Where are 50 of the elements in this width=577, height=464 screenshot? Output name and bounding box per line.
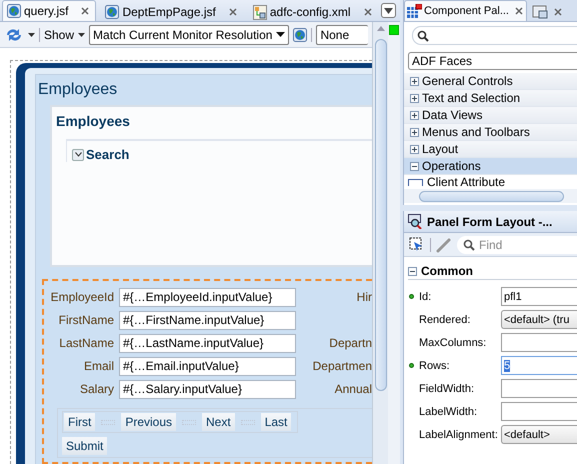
library-dropdown[interactable]: ADF Faces (408, 52, 577, 70)
editor-tab[interactable]: query.jsf (2, 0, 96, 21)
property-label: Rows: (419, 360, 451, 372)
property-label: FieldWidth: (419, 382, 476, 394)
field-label: LastName (58, 336, 114, 350)
search-heading: Search (86, 147, 130, 162)
palette-category[interactable]: Operations (404, 158, 577, 175)
palette-category[interactable]: Layout (404, 141, 577, 158)
property-label: LabelWidth: (419, 406, 478, 418)
panel-title: Employees (56, 113, 131, 129)
property-label: LabelAlignment: (419, 428, 499, 440)
input-field[interactable]: #{…EmployeeId.inputValue} (119, 288, 296, 306)
input-field[interactable]: pfl1 (501, 287, 577, 306)
field-label: Hir (356, 290, 372, 304)
submit-button[interactable]: Submit (62, 437, 108, 455)
editor-tab[interactable]: DeptEmpPage.jsf (100, 2, 244, 21)
palette-category[interactable]: General Controls (404, 73, 577, 90)
input-field[interactable]: #{…FirstName.inputValue} (119, 310, 296, 330)
field-label: Departmen (312, 359, 372, 373)
input-field[interactable]: #{…LastName.inputValue} (119, 334, 296, 352)
skin-dropdown[interactable]: None (316, 24, 368, 44)
field-label: FirstName (58, 313, 114, 327)
section-heading: Common (421, 264, 473, 278)
property-dropdown[interactable]: <default> (tru (501, 310, 577, 329)
editor-tab[interactable]: adfc-config.xml (248, 2, 379, 21)
property-label: Id: (419, 290, 432, 302)
field-label: Salary (78, 382, 114, 396)
nav-button[interactable]: Next (202, 413, 235, 431)
input-field[interactable]: 5 (501, 356, 577, 375)
panel-tab[interactable]: Component Pal... (404, 0, 527, 21)
resolution-dropdown[interactable]: Match Current Monitor Resolution (89, 24, 290, 44)
palette-category[interactable]: Data Views (404, 107, 577, 124)
palette-item[interactable]: Client Attribute (427, 176, 506, 188)
field-label: Annual (334, 382, 372, 396)
nav-button[interactable]: Previous (121, 413, 176, 431)
page-title: Employees (37, 80, 118, 100)
input-field[interactable]: #{…Email.inputValue} (119, 356, 296, 376)
field-label: Email (82, 359, 114, 373)
nav-button[interactable]: Last (260, 413, 292, 431)
panel-tab[interactable]: Panel Form Layout -... (404, 211, 577, 233)
show-menu[interactable]: Show (44, 24, 86, 44)
property-dropdown[interactable]: <default> (501, 425, 577, 444)
nav-button[interactable]: First (64, 413, 96, 431)
field-label: Departn (329, 336, 372, 350)
palette-category[interactable]: Menus and Toolbars (404, 124, 577, 141)
property-label: Rendered: (419, 314, 472, 326)
property-label: MaxColumns: (419, 336, 488, 348)
palette-category[interactable]: Text and Selection (404, 90, 577, 107)
input-field[interactable]: #{…Salary.inputValue} (119, 380, 296, 398)
field-label: EmployeeId (50, 290, 114, 304)
